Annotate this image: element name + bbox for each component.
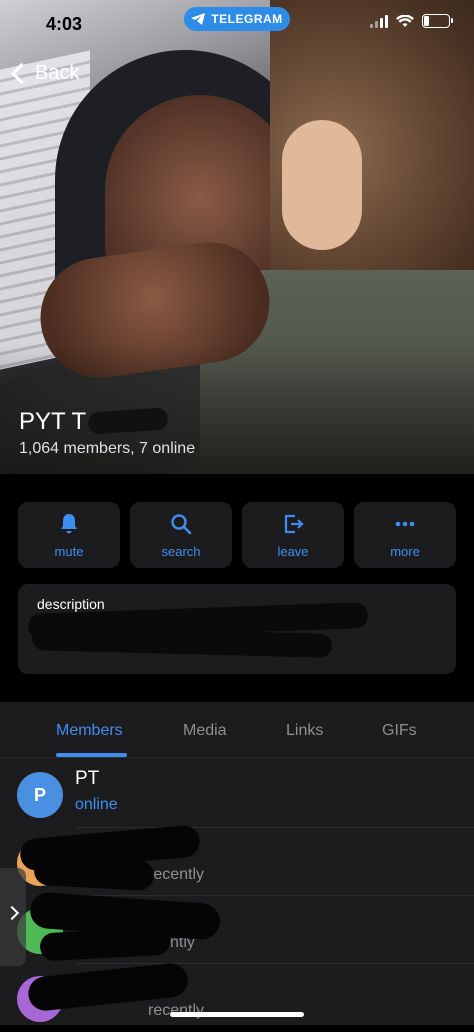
tab-media[interactable]: Media [183, 722, 227, 740]
group-title: PYT T [19, 408, 87, 435]
tab-members[interactable]: Members [56, 722, 123, 740]
tab-bar: Members Media Links GIFs [0, 702, 474, 758]
redaction-scribble [39, 926, 171, 962]
status-icons [370, 14, 453, 28]
mute-label: mute [54, 543, 84, 559]
home-indicator[interactable] [170, 1012, 304, 1017]
search-button[interactable]: search [130, 502, 232, 568]
battery-icon [422, 14, 453, 28]
telegram-pill[interactable]: TELEGRAM [184, 7, 290, 31]
redaction-scribble [33, 854, 155, 892]
tab-links[interactable]: Links [286, 722, 323, 740]
leave-button[interactable]: leave [242, 502, 344, 568]
group-members-count: 1,064 members, 7 online [19, 440, 196, 457]
paper-plane-icon [191, 13, 206, 25]
member-row[interactable]: P PT online [0, 760, 474, 828]
telegram-pill-label: TELEGRAM [211, 12, 283, 26]
member-row[interactable]: ntly [0, 891, 474, 964]
search-label: search [161, 543, 201, 559]
signal-icon [370, 14, 388, 28]
avatar: P [17, 772, 63, 818]
member-status: recently [148, 1002, 205, 1019]
more-button[interactable]: more [354, 502, 456, 568]
tab-divider [0, 757, 474, 758]
member-row[interactable]: recently [0, 824, 474, 896]
action-buttons: mute search leave more [18, 502, 456, 568]
description-card[interactable]: description [18, 584, 456, 674]
member-row[interactable]: recently [0, 961, 474, 1032]
leave-label: leave [277, 543, 309, 559]
more-dots-icon [395, 521, 415, 526]
leave-icon [284, 514, 304, 533]
mute-button[interactable]: mute [18, 502, 120, 568]
member-status: recently [148, 866, 205, 883]
wifi-icon [396, 14, 414, 27]
status-bar: 4:03 TELEGRAM [0, 0, 474, 50]
chevron-left-icon [10, 62, 33, 85]
search-icon [171, 513, 192, 534]
bell-icon [61, 513, 77, 533]
back-label: Back [35, 62, 80, 84]
status-time: 4:03 [46, 14, 83, 34]
tab-gifs[interactable]: GIFs [382, 722, 417, 740]
member-status: online [75, 796, 118, 813]
back-button[interactable]: Back [8, 62, 79, 85]
description-label: description [37, 596, 105, 612]
photo-face-2 [282, 120, 362, 250]
members-section: Members Media Links GIFs P PT online rec… [0, 702, 474, 1025]
member-name: PT [75, 768, 100, 789]
more-label: more [390, 543, 420, 559]
